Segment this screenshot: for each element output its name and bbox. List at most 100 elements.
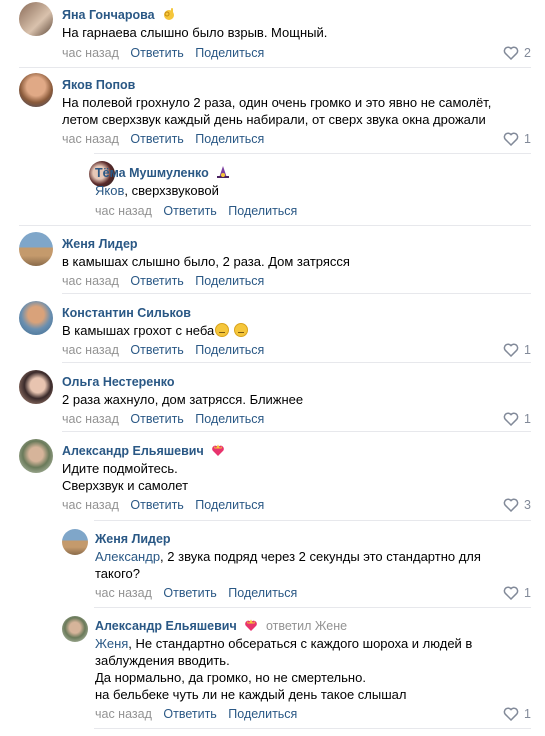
comment-reply: Женя Лидер Александр, 2 звука подряд чер… xyxy=(0,527,545,607)
confused-face-icon xyxy=(215,323,230,337)
share-button[interactable]: Поделиться xyxy=(228,586,297,600)
share-button[interactable]: Поделиться xyxy=(195,343,264,357)
witch-icon xyxy=(217,166,230,178)
comment-text: В камышах грохот с неба xyxy=(62,322,531,339)
share-button[interactable]: Поделиться xyxy=(195,412,264,426)
share-button[interactable]: Поделиться xyxy=(195,46,264,60)
like-count: 1 xyxy=(524,707,531,721)
like-count: 1 xyxy=(524,412,531,426)
comment-text: На гарнаева слышно было взрыв. Мощный. xyxy=(62,25,328,40)
mention-link[interactable]: Яков xyxy=(95,183,124,198)
share-button[interactable]: Поделиться xyxy=(228,204,297,218)
comment-author[interactable]: Константин Сильков xyxy=(62,306,191,320)
comment-date[interactable]: час назад xyxy=(62,132,119,146)
heart-icon xyxy=(503,132,519,147)
avatar[interactable] xyxy=(19,370,53,404)
comment: Яна Гончарова На гарнаева слышно было вз… xyxy=(0,2,545,64)
comment: Яков Попов На полевой грохнуло 2 раза, о… xyxy=(0,73,545,163)
heart-icon xyxy=(503,46,519,61)
comment-text: Идите подмойтесь. Сверхзвук и самолет xyxy=(62,461,189,493)
comment-text: Женя, Не стандартно обсераться с каждого… xyxy=(95,636,473,702)
comment-date[interactable]: час назад xyxy=(62,274,119,288)
comment-text: Александр, 2 звука подряд через 2 секунд… xyxy=(95,549,481,581)
reply-to-label[interactable]: ответил Жене xyxy=(266,619,347,633)
comment-author[interactable]: Александр Ельяшевич xyxy=(62,444,204,458)
comment-date[interactable]: час назад xyxy=(95,707,152,721)
comment-author[interactable]: Женя Лидер xyxy=(95,532,171,546)
share-button[interactable]: Поделиться xyxy=(228,707,297,721)
crown-heart-icon xyxy=(212,444,225,456)
comment-text: На полевой грохнуло 2 раза, один очень г… xyxy=(62,95,492,127)
comment-author[interactable]: Александр Ельяшевич xyxy=(95,619,237,633)
heart-icon xyxy=(503,343,519,358)
divider xyxy=(19,67,531,68)
confused-face-icon xyxy=(233,323,248,337)
reply-button[interactable]: Ответить xyxy=(130,498,183,512)
comment-text: 2 раза жахнуло, дом затрясся. Ближнее xyxy=(62,392,304,407)
divider xyxy=(94,607,531,608)
avatar[interactable] xyxy=(19,2,53,36)
comment-date[interactable]: час назад xyxy=(62,498,119,512)
reply-button[interactable]: Ответить xyxy=(130,274,183,288)
like-button[interactable]: 3 xyxy=(503,496,531,514)
avatar[interactable] xyxy=(62,529,88,555)
divider xyxy=(62,431,531,432)
avatar[interactable] xyxy=(62,616,88,642)
like-count: 1 xyxy=(524,132,531,146)
like-button[interactable]: 1 xyxy=(503,410,531,428)
avatar[interactable] xyxy=(19,232,53,266)
comment-author[interactable]: Яна Гончарова xyxy=(62,8,155,22)
comment-author[interactable]: Тёма Мушмуленко xyxy=(95,166,209,180)
ok-hand-icon xyxy=(164,8,175,20)
reply-button[interactable]: Ответить xyxy=(130,412,183,426)
avatar[interactable] xyxy=(19,439,53,473)
comment-text: Яков, сверхзвуковой xyxy=(95,183,219,198)
reply-button[interactable]: Ответить xyxy=(130,343,183,357)
avatar[interactable] xyxy=(19,301,53,335)
reply-button[interactable]: Ответить xyxy=(163,707,216,721)
heart-icon xyxy=(503,586,519,601)
like-count: 1 xyxy=(524,586,531,600)
comment-text: в камышах слышно было, 2 раза. Дом затря… xyxy=(62,254,350,269)
like-button[interactable]: 1 xyxy=(503,584,531,602)
comment-date[interactable]: час назад xyxy=(62,343,119,357)
like-count: 1 xyxy=(524,343,531,357)
comment-date[interactable]: час назад xyxy=(62,46,119,60)
divider xyxy=(62,293,531,294)
comment: Александр Ельяшевич Идите подмойтесь. Све… xyxy=(0,439,545,519)
reply-button[interactable]: Ответить xyxy=(130,132,183,146)
comment-reply: Тёма Мушмуленко Яков, сверхзвуковой час … xyxy=(0,160,545,222)
share-button[interactable]: Поделиться xyxy=(195,274,264,288)
comment-date[interactable]: час назад xyxy=(62,412,119,426)
share-button[interactable]: Поделиться xyxy=(195,498,264,512)
mention-link[interactable]: Женя xyxy=(95,636,128,651)
divider xyxy=(94,728,531,729)
comment-author[interactable]: Женя Лидер xyxy=(62,237,138,251)
comment: Константин Сильков В камышах грохот с не… xyxy=(0,301,545,363)
like-count: 2 xyxy=(524,46,531,60)
reply-button[interactable]: Ответить xyxy=(163,204,216,218)
heart-icon xyxy=(503,498,519,513)
crown-heart-icon xyxy=(245,619,258,631)
heart-icon xyxy=(503,707,519,722)
reply-button[interactable]: Ответить xyxy=(130,46,183,60)
divider xyxy=(94,520,531,521)
like-button[interactable]: 2 xyxy=(503,44,531,62)
comment-author[interactable]: Ольга Нестеренко xyxy=(62,375,175,389)
divider xyxy=(94,153,531,154)
mention-link[interactable]: Александр xyxy=(95,549,160,564)
like-button[interactable]: 1 xyxy=(503,705,531,723)
comment-author[interactable]: Яков Попов xyxy=(62,78,135,92)
comment: Ольга Нестеренко 2 раза жахнуло, дом зат… xyxy=(0,370,545,432)
like-button[interactable]: 1 xyxy=(503,130,531,148)
comment-reply: Александр Ельяшевич ответил Жене Женя, Н… xyxy=(0,614,545,726)
divider xyxy=(19,225,531,226)
share-button[interactable]: Поделиться xyxy=(195,132,264,146)
avatar[interactable] xyxy=(19,73,53,107)
like-button[interactable]: 1 xyxy=(503,341,531,359)
comment-date[interactable]: час назад xyxy=(95,586,152,600)
divider xyxy=(62,362,531,363)
reply-button[interactable]: Ответить xyxy=(163,586,216,600)
comment: Женя Лидер в камышах слышно было, 2 раза… xyxy=(0,232,545,294)
comment-date[interactable]: час назад xyxy=(95,204,152,218)
